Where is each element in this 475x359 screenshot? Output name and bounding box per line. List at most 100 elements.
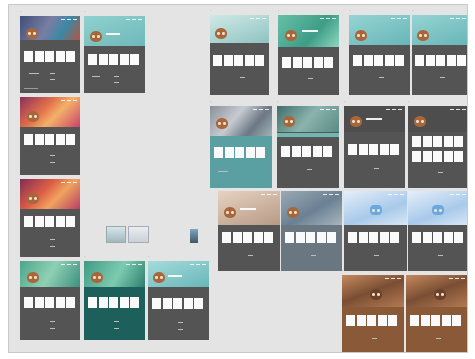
feature-cards[interactable] (412, 151, 465, 162)
frame-label: ⁃ (412, 8, 414, 12)
mascot-icon (90, 31, 102, 42)
nav-menu[interactable] (253, 109, 269, 110)
frame-label: ⁃ (20, 172, 22, 176)
feature-cards[interactable] (24, 51, 77, 62)
frame-1[interactable]: ⁃ (20, 9, 80, 93)
frame-17[interactable]: ⁃ (281, 184, 342, 271)
feature-cards[interactable] (88, 297, 141, 308)
mascot-icon (283, 116, 295, 127)
feature-cards[interactable] (281, 146, 334, 157)
tagline (106, 33, 120, 35)
frame-15[interactable]: ⁃ (408, 99, 467, 188)
frame-7[interactable]: ⁃ (148, 254, 209, 340)
nav-menu[interactable] (320, 18, 336, 19)
frame-label: ⁃ (406, 268, 408, 272)
body-text (308, 78, 313, 79)
mascot-icon (216, 118, 228, 129)
nav-menu[interactable] (126, 19, 142, 20)
feature-cards[interactable] (410, 315, 463, 326)
feature-cards[interactable] (213, 55, 266, 66)
body-text (50, 79, 55, 80)
frame-8[interactable]: ⁃ (210, 8, 269, 95)
body-text (50, 239, 55, 240)
frame-14[interactable]: ⁃ (344, 99, 405, 188)
frame-label: ⁃ (210, 99, 212, 103)
feature-cards[interactable] (415, 55, 467, 66)
nav-menu[interactable] (450, 18, 466, 19)
body-text (436, 338, 441, 339)
mascot-icon (432, 205, 444, 215)
nav-menu[interactable] (61, 100, 77, 101)
nav-menu[interactable] (450, 109, 466, 110)
body-text (50, 328, 55, 329)
body-text (50, 73, 55, 74)
feature-cards[interactable] (214, 147, 267, 158)
thumbnail-portrait[interactable] (190, 229, 198, 243)
body-text (240, 77, 245, 78)
feature-cards[interactable] (348, 232, 401, 243)
frame-3[interactable]: ⁃ (20, 90, 80, 175)
frame-2[interactable]: ⁃ (84, 9, 145, 93)
nav-menu[interactable] (449, 278, 465, 279)
nav-menu[interactable] (391, 18, 407, 19)
frame-5[interactable]: ⁃ (20, 254, 80, 340)
feature-cards[interactable] (24, 216, 77, 227)
nav-menu[interactable] (323, 194, 339, 195)
body-text (50, 246, 55, 247)
nav-menu[interactable] (250, 18, 266, 19)
feature-cards[interactable] (24, 297, 77, 308)
feature-cards[interactable] (412, 136, 465, 147)
frame-6[interactable]: ⁃ (84, 254, 145, 340)
feature-cards[interactable] (353, 55, 406, 66)
mascot-icon (91, 272, 103, 283)
frame-20[interactable]: ⁃ (342, 268, 404, 352)
frame-10[interactable]: ⁃ (349, 8, 410, 95)
frame-12[interactable]: ⁃ (210, 99, 272, 188)
body-text (114, 76, 119, 77)
footer-text (24, 88, 38, 89)
feature-cards[interactable] (24, 134, 77, 145)
frame-label: ⁃ (408, 184, 410, 188)
feature-cards[interactable] (412, 232, 465, 243)
frame-11[interactable]: ⁃ (412, 8, 467, 95)
nav-menu[interactable] (388, 194, 404, 195)
thumbnail-landscape[interactable] (106, 226, 126, 243)
nav-menu[interactable] (386, 109, 402, 110)
mascot-icon (350, 116, 362, 127)
mascot-icon (417, 30, 429, 41)
nav-menu[interactable] (190, 264, 206, 265)
nav-menu[interactable] (261, 194, 277, 195)
feature-cards[interactable] (282, 57, 335, 68)
feature-cards[interactable] (152, 298, 205, 309)
frame-label: ⁃ (344, 99, 346, 103)
frame-9[interactable]: ⁃ (278, 8, 339, 95)
feature-cards[interactable] (346, 315, 399, 326)
tagline (168, 275, 182, 277)
frame-label: ⁃ (278, 8, 280, 12)
frame-4[interactable]: ⁃ (20, 172, 80, 257)
body-text (114, 82, 119, 83)
mascot-icon (434, 289, 446, 300)
feature-cards[interactable] (348, 144, 401, 155)
nav-menu[interactable] (61, 19, 77, 20)
feature-cards[interactable] (88, 54, 141, 65)
feature-cards[interactable] (285, 232, 338, 243)
nav-menu[interactable] (320, 109, 336, 110)
nav-menu[interactable] (61, 182, 77, 183)
frame-18[interactable]: ⁃ (344, 184, 407, 271)
body-text (178, 322, 183, 323)
artboard-canvas[interactable]: ⁃ ⁃ ⁃ ⁃ ⁃ ⁃ ⁃ ⁃ ⁃ ⁃ ⁃ ⁃ ⁃ ⁃ ⁃ ⁃ ⁃ ⁃ ⁃ ⁃ … (8, 4, 468, 353)
frame-19[interactable]: ⁃ (408, 184, 467, 271)
nav-menu[interactable] (126, 264, 142, 265)
feature-cards[interactable] (222, 232, 275, 243)
nav-menu[interactable] (450, 194, 466, 195)
frame-21[interactable]: ⁃ (406, 268, 467, 352)
body-text (379, 77, 384, 78)
frame-13[interactable]: ⁃ (277, 99, 339, 188)
tagline (302, 30, 318, 32)
frame-16[interactable]: ⁃ (218, 184, 280, 271)
thumbnail-landscape[interactable] (128, 226, 149, 243)
nav-menu[interactable] (61, 264, 77, 265)
body-text (307, 169, 312, 170)
nav-menu[interactable] (385, 278, 401, 279)
